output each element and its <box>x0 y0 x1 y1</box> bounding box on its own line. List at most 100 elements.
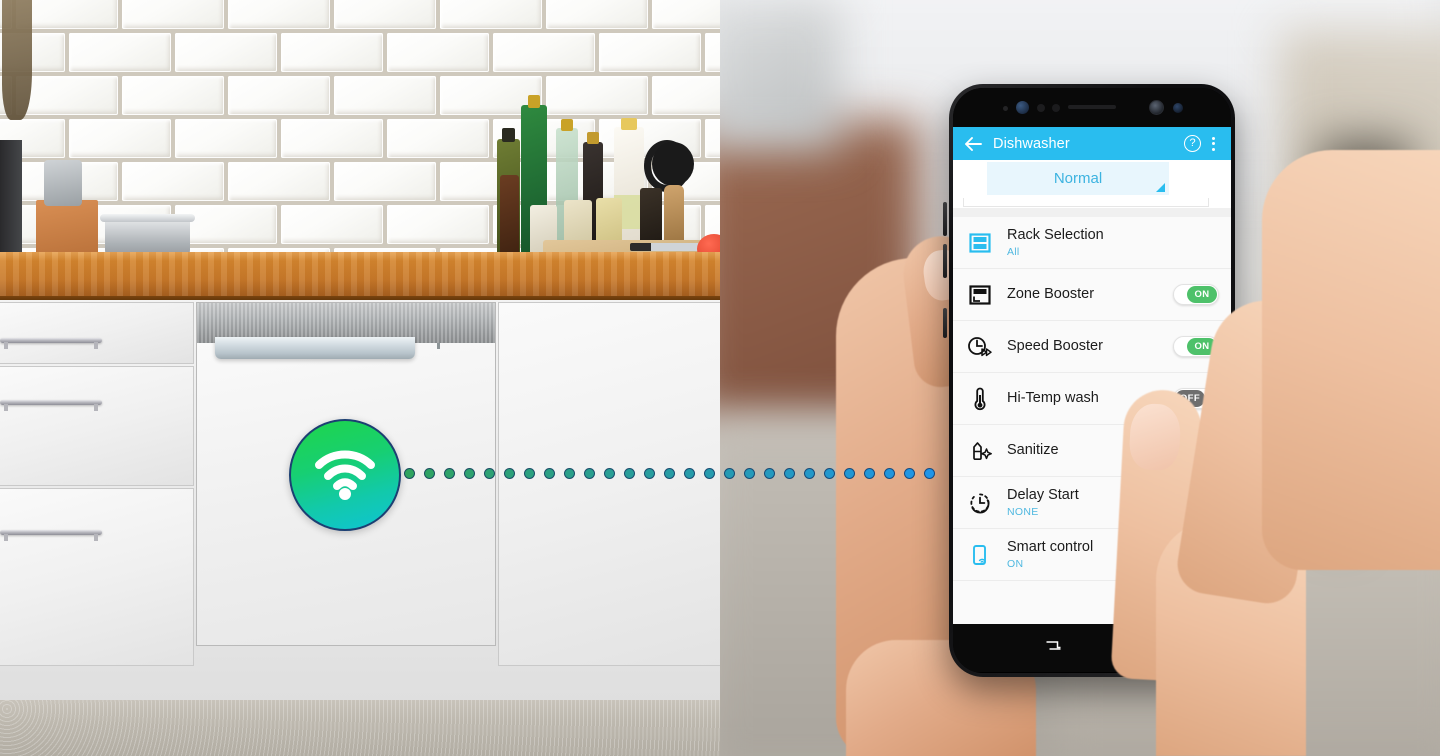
tile <box>281 119 383 158</box>
connection-dot <box>724 468 735 479</box>
connection-dot <box>484 468 495 479</box>
tile <box>69 119 171 158</box>
right-index-nail <box>1128 402 1182 472</box>
tile <box>546 76 648 115</box>
dropdown-triangle-icon[interactable] <box>1156 183 1165 192</box>
connection-dot <box>864 468 875 479</box>
connection-dot <box>664 468 675 479</box>
connection-dot <box>624 468 635 479</box>
list-item-title: Rack Selection <box>1007 227 1104 244</box>
tile <box>175 205 277 244</box>
drawer-handle-1[interactable] <box>0 338 102 349</box>
right-hand-back <box>1262 150 1440 570</box>
drawer-mid-left[interactable] <box>0 366 194 486</box>
more-vertical-icon[interactable] <box>1206 136 1220 151</box>
list-item-subtitle: All <box>1007 245 1020 258</box>
led-indicator-icon <box>1052 104 1060 112</box>
question-mark-icon[interactable]: ? <box>1184 135 1201 152</box>
drawer-bottom-left[interactable] <box>0 488 194 666</box>
tile <box>228 76 330 115</box>
cycle-selector-area: Normal <box>953 160 1231 208</box>
speed-clock-icon <box>965 332 995 362</box>
connection-dot <box>804 468 815 479</box>
wooden-countertop <box>0 252 720 302</box>
connection-dot <box>744 468 755 479</box>
connection-dot <box>404 468 415 479</box>
connection-dot <box>824 468 835 479</box>
light-sensor-icon <box>1037 104 1045 112</box>
connection-dot <box>564 468 575 479</box>
app-bar: Dishwasher ? <box>953 127 1231 160</box>
connection-dot <box>684 468 695 479</box>
zone-booster-icon <box>965 280 995 310</box>
tile <box>122 0 224 29</box>
tile <box>281 33 383 72</box>
app-bar-title: Dishwasher <box>993 135 1070 152</box>
skillet-black <box>652 142 694 186</box>
tile <box>334 162 436 201</box>
toggle-knob: ON <box>1187 286 1217 303</box>
connection-dot <box>904 468 915 479</box>
connection-dot <box>884 468 895 479</box>
tile <box>440 0 542 29</box>
volume-down-button[interactable] <box>943 244 947 278</box>
tile <box>387 33 489 72</box>
cycle-selector[interactable]: Normal <box>987 162 1169 195</box>
tile <box>175 33 277 72</box>
wooden-utensil <box>664 185 684 247</box>
dishwasher-door-handle[interactable] <box>215 337 415 359</box>
delay-timer-icon <box>965 488 995 518</box>
recents-icon[interactable] <box>1045 638 1062 658</box>
coffee-maker <box>44 160 82 206</box>
tile <box>334 76 436 115</box>
drawer-top-left[interactable] <box>0 302 194 364</box>
tile <box>599 33 701 72</box>
list-item-text: Zone Booster <box>1007 286 1173 303</box>
clear-bottle-cap <box>561 119 573 131</box>
cycle-underline <box>963 198 1209 207</box>
rack-icon <box>965 228 995 258</box>
connection-dot <box>704 468 715 479</box>
tile-row <box>0 33 720 76</box>
volume-up-button[interactable] <box>943 202 947 236</box>
proximity-sensor-icon <box>1003 106 1008 111</box>
dishwasher-indicator-light <box>437 343 440 349</box>
tile <box>705 33 720 72</box>
tile-row <box>0 119 720 162</box>
list-item-text: Rack Selection All <box>1007 227 1219 258</box>
tile <box>493 33 595 72</box>
tile <box>334 0 436 29</box>
connection-dot <box>424 468 435 479</box>
cabinet-right[interactable] <box>498 302 720 666</box>
vinegar-cap <box>587 132 599 144</box>
kitchen-floor <box>0 700 720 756</box>
bixby-button[interactable] <box>943 308 947 338</box>
tile <box>228 162 330 201</box>
connection-dot <box>844 468 855 479</box>
list-item[interactable]: Speed Booster ON <box>953 321 1231 373</box>
dried-herbs <box>2 0 32 120</box>
back-arrow-icon[interactable] <box>964 136 982 151</box>
list-item[interactable]: Rack Selection All <box>953 217 1231 269</box>
connection-dot <box>784 468 795 479</box>
connection-dot <box>544 468 555 479</box>
list-item-text: Speed Booster <box>1007 338 1173 355</box>
window-grid-blur <box>720 0 840 150</box>
tile <box>705 119 720 158</box>
connection-dot <box>464 468 475 479</box>
tile <box>652 0 720 29</box>
list-item[interactable]: Zone Booster ON <box>953 269 1231 321</box>
connection-dot <box>924 468 935 479</box>
connection-dot <box>524 468 535 479</box>
tile <box>387 205 489 244</box>
zone-booster-toggle[interactable]: ON <box>1173 284 1219 305</box>
tile <box>69 33 171 72</box>
connection-dot <box>644 468 655 479</box>
connection-dot <box>764 468 775 479</box>
cycle-selector-value: Normal <box>1053 170 1103 187</box>
drawer-handle-3[interactable] <box>0 530 102 541</box>
olive-oil-cap <box>502 128 515 142</box>
tile <box>652 76 720 115</box>
drawer-handle-2[interactable] <box>0 400 102 411</box>
connection-dot-trail <box>404 468 944 482</box>
